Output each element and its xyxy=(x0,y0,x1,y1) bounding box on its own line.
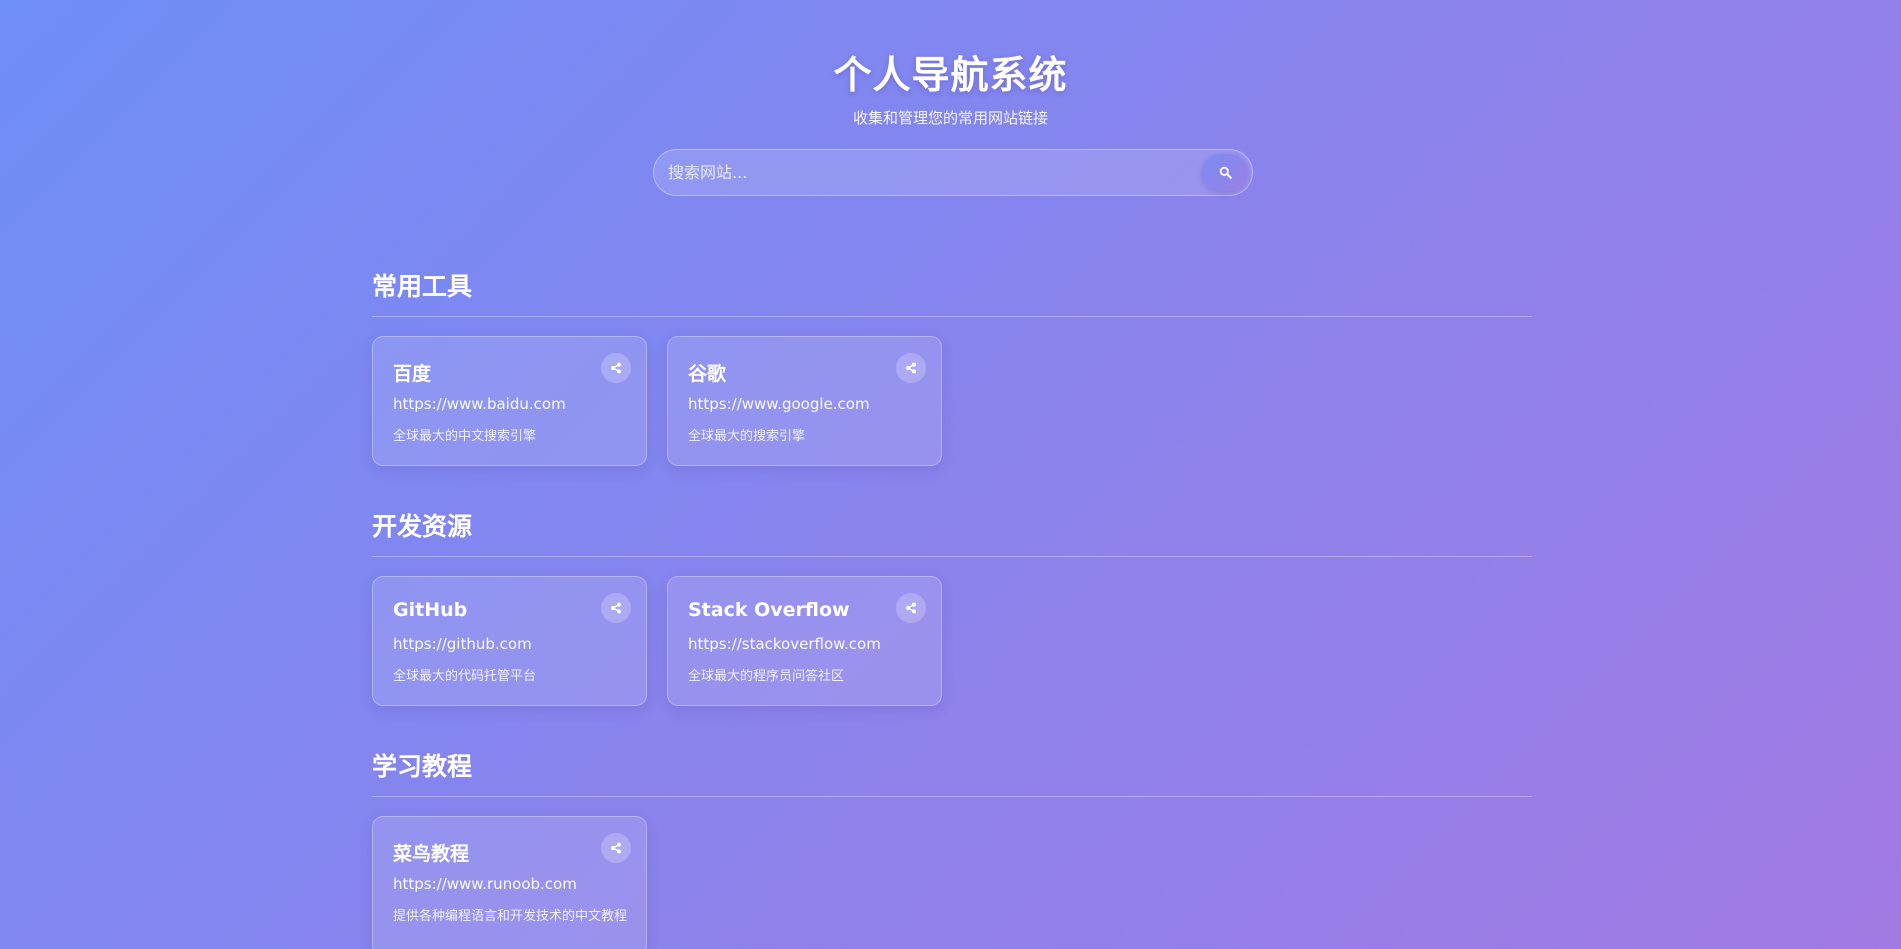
category-dev-resources: 开发资源 GitHub https://github.com 全球最大的代码托管… xyxy=(372,510,1532,706)
category-divider xyxy=(372,796,1532,797)
site-card-google[interactable]: 谷歌 https://www.google.com 全球最大的搜索引擎 xyxy=(667,336,942,466)
share-button[interactable] xyxy=(601,353,631,383)
search-icon xyxy=(1219,166,1232,179)
site-name: 谷歌 xyxy=(688,363,727,385)
site-url: https://stackoverflow.com xyxy=(688,635,881,653)
site-name: 菜鸟教程 xyxy=(393,843,470,865)
site-url: https://www.runoob.com xyxy=(393,875,577,893)
category-title: 开发资源 xyxy=(372,512,473,541)
page-subtitle: 收集和管理您的常用网站链接 xyxy=(852,109,1048,127)
share-icon xyxy=(906,362,916,374)
category-common-tools: 常用工具 百度 https://www.baidu.com 全球最大的中文搜索引… xyxy=(372,270,1532,466)
share-icon xyxy=(611,362,621,374)
site-card-stackoverflow[interactable]: Stack Overflow https://stackoverflow.com… xyxy=(667,576,942,706)
site-name: GitHub xyxy=(393,599,468,621)
site-url: https://www.google.com xyxy=(688,395,870,413)
site-url: https://www.baidu.com xyxy=(393,395,566,413)
site-description: 全球最大的搜索引擎 xyxy=(688,429,806,444)
share-button[interactable] xyxy=(601,833,631,863)
site-name: Stack Overflow xyxy=(688,599,850,621)
search-input[interactable] xyxy=(668,150,1208,195)
share-icon xyxy=(906,602,916,614)
site-description: 全球最大的程序员问答社区 xyxy=(688,669,845,684)
category-divider xyxy=(372,556,1532,557)
category-divider xyxy=(372,316,1532,317)
site-description: 全球最大的中文搜索引擎 xyxy=(393,429,537,444)
search-button[interactable] xyxy=(1202,154,1248,191)
search-bar xyxy=(653,149,1253,196)
page-title: 个人导航系统 xyxy=(833,53,1068,97)
site-card-baidu[interactable]: 百度 https://www.baidu.com 全球最大的中文搜索引擎 xyxy=(372,336,647,466)
category-title: 学习教程 xyxy=(372,752,473,781)
share-button[interactable] xyxy=(896,353,926,383)
site-description: 提供各种编程语言和开发技术的中文教程 xyxy=(393,909,628,924)
share-button[interactable] xyxy=(896,593,926,623)
share-icon xyxy=(611,842,621,854)
site-url: https://github.com xyxy=(393,635,532,653)
category-tutorials: 学习教程 菜鸟教程 https://www.runoob.com 提供各种编程语… xyxy=(372,750,1532,949)
share-button[interactable] xyxy=(601,593,631,623)
site-card-runoob[interactable]: 菜鸟教程 https://www.runoob.com 提供各种编程语言和开发技… xyxy=(372,816,647,949)
site-name: 百度 xyxy=(393,363,432,385)
site-card-github[interactable]: GitHub https://github.com 全球最大的代码托管平台 xyxy=(372,576,647,706)
category-title: 常用工具 xyxy=(372,272,473,301)
share-icon xyxy=(611,602,621,614)
site-description: 全球最大的代码托管平台 xyxy=(393,669,537,684)
